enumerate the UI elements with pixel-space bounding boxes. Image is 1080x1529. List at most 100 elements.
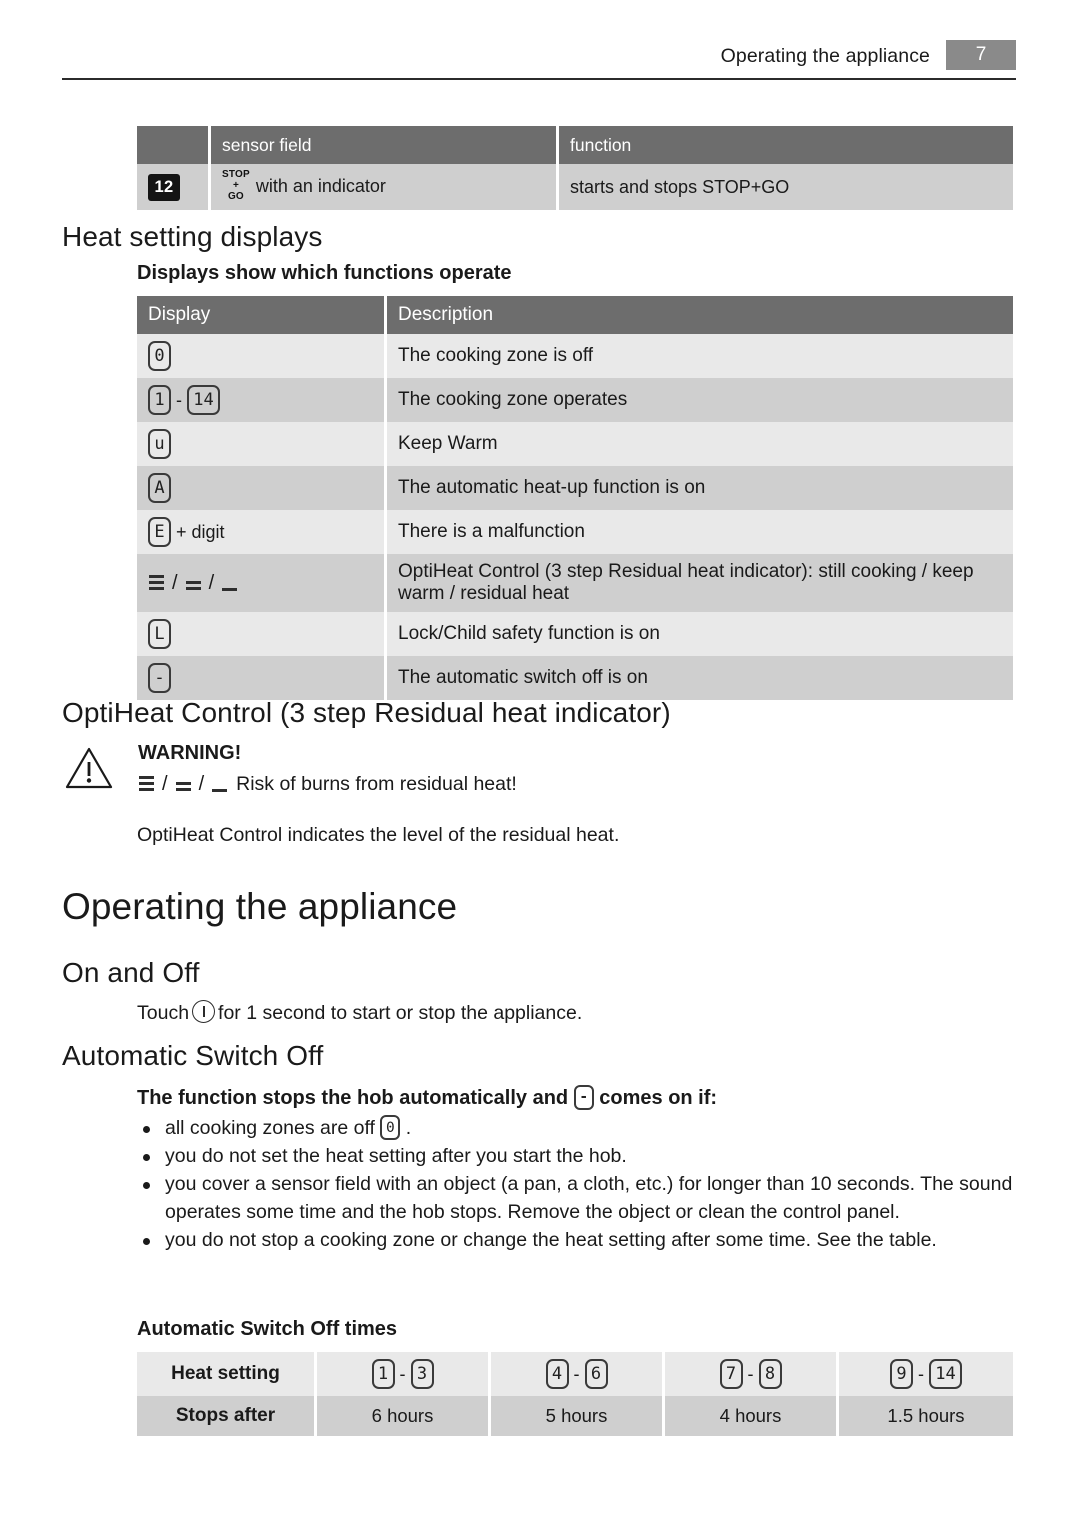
bullet-text-after: .	[405, 1117, 412, 1139]
display-cell: A	[137, 466, 387, 510]
display-glyph-range-from: 7	[719, 1359, 743, 1389]
heading-automatic-switch-off: Automatic Switch Off	[62, 1040, 324, 1071]
display-glyph-dash: -	[148, 663, 171, 693]
glyph-separator: /	[162, 772, 168, 795]
sensor-row-field-text: with an indicator	[255, 175, 386, 196]
display-cell: L	[137, 612, 387, 656]
stop-go-icon-line-2: +	[233, 180, 239, 191]
stops-after-cell: 1.5 hours	[887, 1405, 965, 1426]
list-item: you cover a sensor field with an object …	[137, 1170, 1015, 1226]
description-cell: The cooking zone operates	[398, 389, 628, 410]
table-row: 12 STOP + GO with an indicator starts an…	[137, 164, 1013, 210]
display-glyph-dash-inline: -	[573, 1085, 594, 1110]
glyph-separator: /	[198, 772, 205, 795]
display-glyph-14: 14	[187, 385, 220, 415]
table-row: 1-14 The cooking zone operates	[137, 378, 1013, 422]
stop-go-icon: STOP + GO	[222, 170, 250, 202]
on-off-text-before: Touch	[137, 1002, 190, 1024]
stops-after-cell: 4 hours	[665, 1396, 839, 1436]
chapter-title-operating-the-appliance: Operating the appliance	[62, 886, 458, 927]
stops-after-cell: 5 hours	[491, 1396, 665, 1436]
residual-heat-3-bar-icon	[148, 570, 165, 594]
on-off-text-after: for 1 second to start or stop the applia…	[218, 1002, 583, 1024]
display-cell: -	[137, 656, 387, 700]
sensor-row-function-cell: starts and stops STOP+GO	[570, 176, 790, 197]
sensor-row-number-cell: 12	[137, 164, 211, 210]
display-cell: E + digit	[137, 510, 387, 554]
description-cell: OptiHeat Control (3 step Residual heat i…	[398, 561, 974, 604]
sensor-table-header-function: function	[559, 126, 1013, 164]
display-table-header-description: Description	[387, 296, 1013, 334]
table-row: - The automatic switch off is on	[137, 656, 1013, 700]
page-number-badge: 7	[946, 40, 1016, 70]
running-header-title: Operating the appliance	[720, 45, 930, 67]
display-glyph-l: L	[148, 619, 171, 649]
display-cell: u	[137, 422, 387, 466]
header-divider	[62, 78, 1016, 80]
power-icon	[192, 1000, 216, 1024]
heat-setting-range-cell: 7-8	[665, 1352, 839, 1396]
heat-setting-range-cell: 1-3	[317, 1352, 491, 1396]
bullet-text-before: all cooking zones are off	[165, 1117, 375, 1139]
display-glyph-range-to: 6	[584, 1359, 608, 1389]
table-header-row: Display Description	[137, 296, 1013, 334]
heat-setting-range-cell: 9-14	[839, 1352, 1013, 1396]
display-cell: 0	[137, 334, 387, 378]
stop-go-icon-line-1: STOP	[222, 169, 250, 180]
table-row: L Lock/Child safety function is on	[137, 612, 1013, 656]
heading-heat-setting-displays: Heat setting displays	[62, 221, 323, 252]
display-cell: / /	[137, 554, 387, 612]
display-glyph-u: u	[148, 429, 171, 459]
range-separator: -	[399, 1363, 406, 1384]
warning-text-line: / / Risk of burns from residual heat!	[138, 772, 517, 796]
heat-setting-range-cell: 4-6	[491, 1352, 665, 1396]
range-separator: -	[176, 389, 182, 410]
sensor-number-badge: 12	[148, 173, 180, 201]
range-separator: -	[573, 1363, 580, 1384]
display-suffix-text: + digit	[176, 521, 225, 542]
residual-heat-1-bar-icon	[211, 771, 228, 795]
table-row: / / OptiHeat Control (3 step Residual hea…	[137, 554, 1013, 612]
residual-heat-3-bar-icon	[138, 771, 155, 795]
times-row-label-stops-after: Stops after	[137, 1396, 317, 1436]
display-glyph-range-to: 3	[410, 1359, 434, 1389]
table-row: A The automatic heat-up function is on	[137, 466, 1013, 510]
automatic-switch-off-lead: The function stops the hob automatically…	[137, 1085, 717, 1111]
description-cell: The automatic switch off is on	[398, 667, 648, 688]
list-item: all cooking zones are off 0 .	[137, 1114, 1015, 1142]
on-and-off-instruction: Touch for 1 second to start or stop the a…	[137, 1000, 582, 1027]
glyph-separator: /	[208, 571, 215, 594]
warning-risk-text: Risk of burns from residual heat!	[236, 772, 517, 795]
display-glyph-range-to: 14	[929, 1359, 962, 1389]
display-glyph-range-from: 1	[371, 1359, 395, 1389]
table-row: 0 The cooking zone is off	[137, 334, 1013, 378]
table-row: Stops after 6 hours 5 hours 4 hours 1.5 …	[137, 1396, 1013, 1436]
subheading-displays-show: Displays show which functions operate	[137, 262, 512, 284]
sensor-row-field-cell: STOP + GO with an indicator	[211, 164, 559, 210]
table-row: Heat setting 1-3 4-6 7-8 9-14	[137, 1352, 1013, 1396]
heading-optiheat-control: OptiHeat Control (3 step Residual heat i…	[62, 697, 671, 728]
display-glyph-0: 0	[148, 341, 171, 371]
description-cell: Keep Warm	[398, 433, 498, 454]
display-glyph-a: A	[148, 473, 171, 503]
residual-heat-2-bar-icon	[185, 570, 202, 594]
description-cell: Lock/Child safety function is on	[398, 623, 660, 644]
heading-automatic-switch-off-times: Automatic Switch Off times	[137, 1318, 398, 1340]
automatic-switch-off-times-table: Heat setting 1-3 4-6 7-8 9-14 Stops afte…	[137, 1352, 1013, 1436]
table-header-row: sensor field function	[137, 126, 1013, 164]
range-separator: -	[747, 1363, 754, 1384]
sensor-field-table: sensor field function 12 STOP + GO with …	[137, 126, 1013, 210]
sensor-table-header-number	[137, 126, 211, 164]
sensor-table-header-sensor-field: sensor field	[211, 126, 559, 164]
display-description-table: Display Description 0 The cooking zone i…	[137, 296, 1013, 700]
automatic-switch-off-bullet-list: all cooking zones are off 0 . you do not…	[137, 1114, 1015, 1254]
display-glyph-range-from: 9	[890, 1359, 913, 1389]
glyph-separator: /	[172, 571, 178, 594]
list-item: you do not stop a cooking zone or change…	[137, 1226, 1015, 1254]
residual-heat-2-bar-icon	[175, 771, 192, 795]
display-glyph-e: E	[148, 517, 171, 547]
heading-on-and-off: On and Off	[62, 957, 200, 988]
warning-triangle-icon	[65, 747, 113, 789]
list-item: you do not set the heat setting after yo…	[137, 1142, 1015, 1170]
optiheat-body-text: OptiHeat Control indicates the level of …	[137, 824, 620, 846]
